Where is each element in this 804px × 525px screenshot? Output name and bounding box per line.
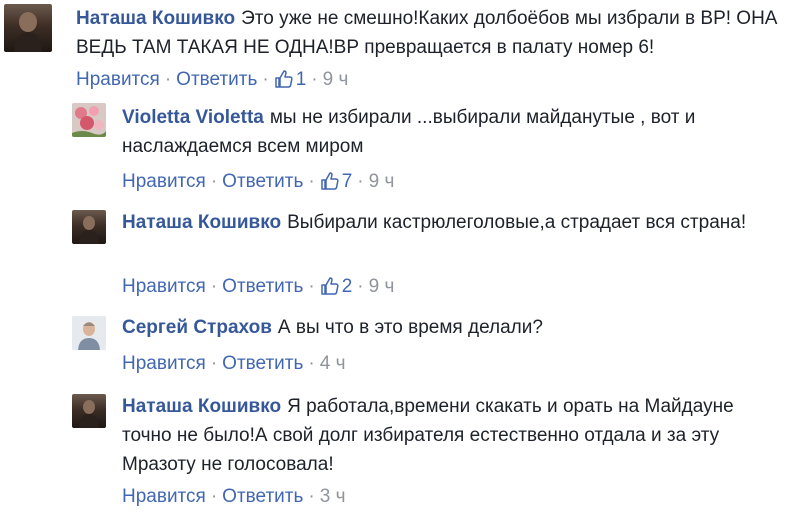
reply-button[interactable]: Ответить (222, 353, 303, 374)
like-count-value: 2 (341, 276, 353, 297)
reply-button[interactable]: Ответить (222, 171, 303, 192)
avatar[interactable] (72, 210, 106, 244)
avatar[interactable] (72, 103, 106, 137)
comment-author[interactable]: Наташа Кошивко (122, 396, 281, 417)
like-button[interactable]: Нравится (122, 276, 206, 297)
comment-actions: Нравится · Ответить · 4 ч (122, 353, 346, 374)
reply-button[interactable]: Ответить (222, 276, 303, 297)
comment-author[interactable]: Сергей Страхов (122, 317, 272, 338)
comment-time[interactable]: 9 ч (369, 171, 395, 192)
avatar[interactable] (4, 4, 52, 52)
comment-time[interactable]: 9 ч (323, 69, 349, 90)
reply-button[interactable]: Ответить (222, 486, 303, 507)
comment-actions: Нравится · Ответить · 2 · 9 ч (122, 276, 395, 297)
comment-author[interactable]: Наташа Кошивко (76, 8, 235, 29)
comment-author[interactable]: Наташа Кошивко (122, 212, 281, 233)
like-button[interactable]: Нравится (76, 69, 160, 90)
reply-button[interactable]: Ответить (176, 69, 257, 90)
comment-author[interactable]: Violetta Violetta (122, 107, 264, 128)
thumbs-up-icon (320, 172, 339, 190)
like-count[interactable]: 1 (274, 69, 307, 90)
like-count-value: 7 (341, 171, 353, 192)
comment-actions: Нравится · Ответить · 3 ч (122, 486, 346, 507)
comment-actions: Нравится · Ответить · 7 · 9 ч (122, 171, 395, 192)
avatar[interactable] (72, 316, 106, 350)
comment-time[interactable]: 4 ч (320, 353, 346, 374)
comment-time[interactable]: 3 ч (320, 486, 346, 507)
like-button[interactable]: Нравится (122, 486, 206, 507)
thumbs-up-icon (274, 70, 293, 88)
like-button[interactable]: Нравится (122, 353, 206, 374)
like-count[interactable]: 7 (320, 171, 353, 192)
like-count[interactable]: 2 (320, 276, 353, 297)
thumbs-up-icon (320, 277, 339, 295)
like-button[interactable]: Нравится (122, 171, 206, 192)
comment-text: А вы что в это время делали? (277, 317, 543, 338)
comment-time[interactable]: 9 ч (369, 276, 395, 297)
avatar[interactable] (72, 394, 106, 428)
comment-text: Выбирали кастрюлеголовые,а страдает вся … (287, 212, 747, 233)
like-count-value: 1 (295, 69, 307, 90)
comment-actions: Нравится · Ответить · 1 · 9 ч (76, 69, 349, 90)
